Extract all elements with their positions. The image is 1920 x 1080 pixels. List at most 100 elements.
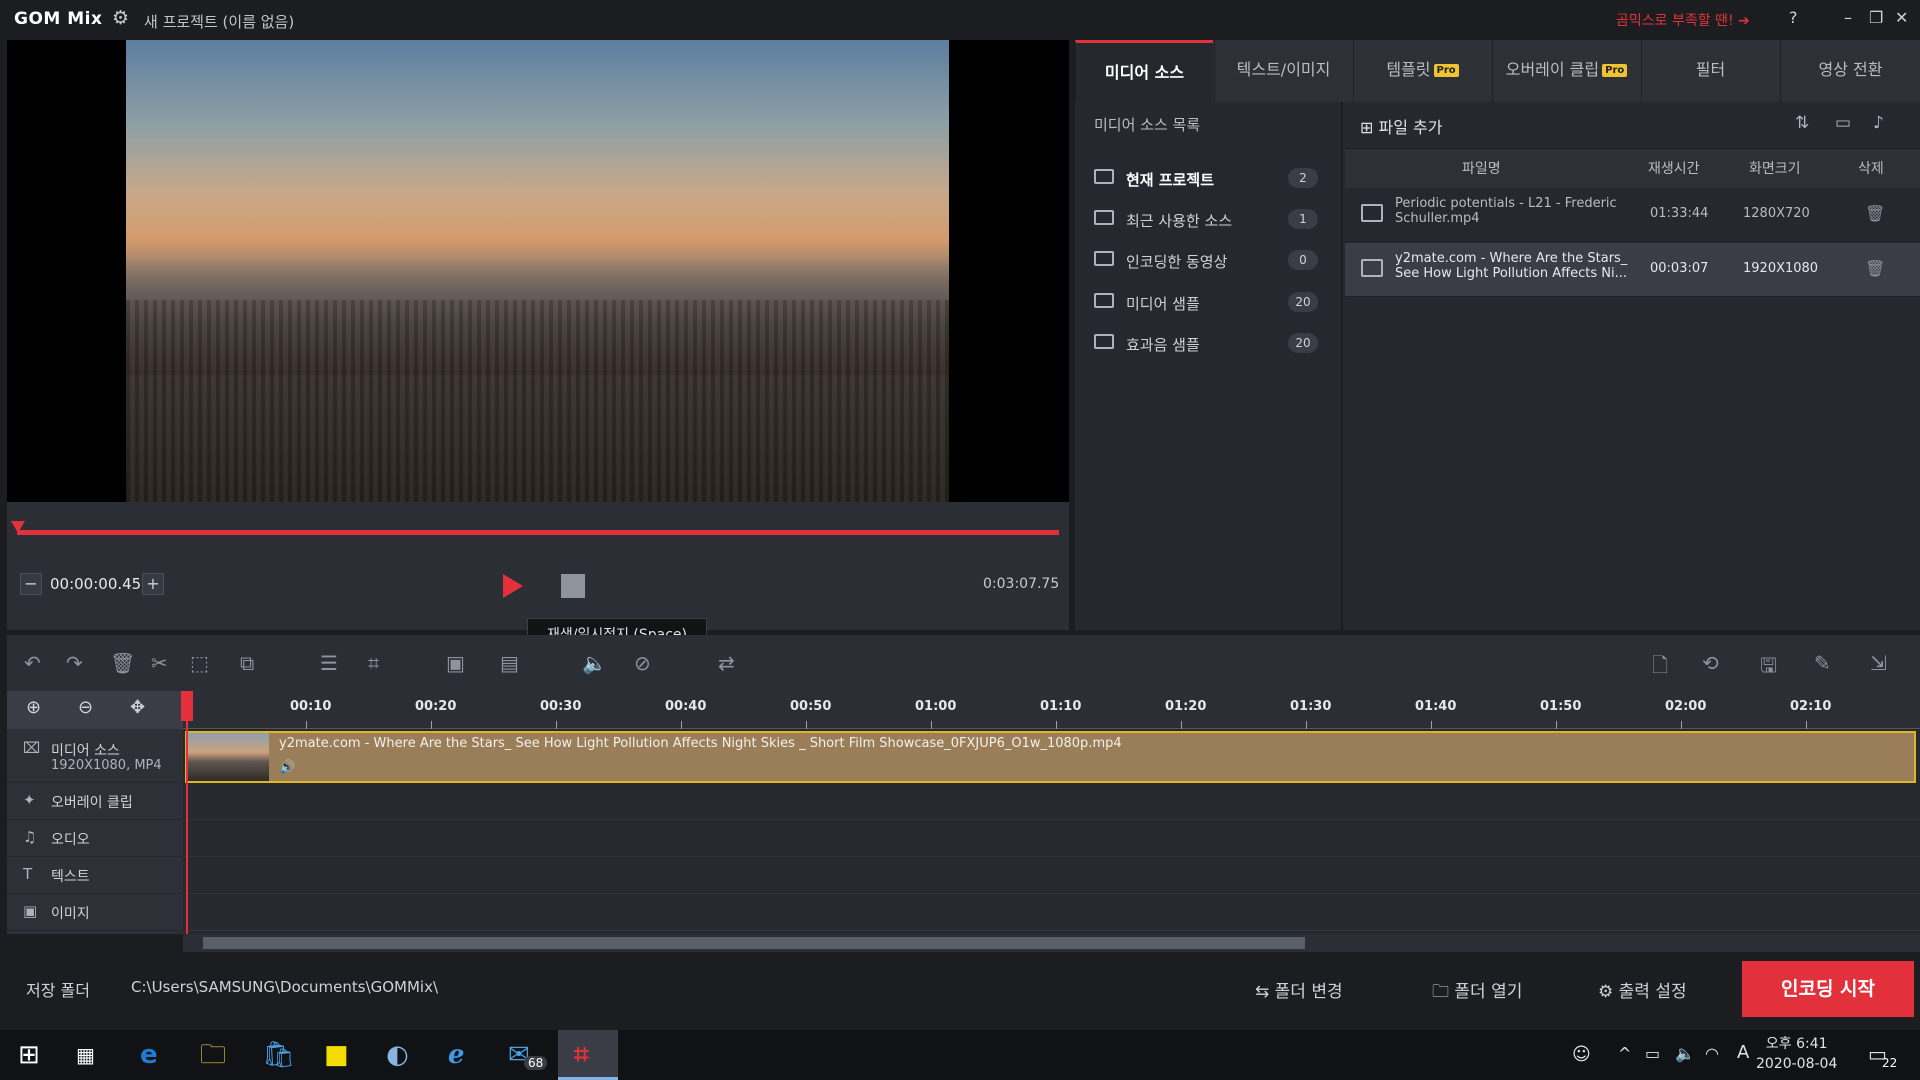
wifi-icon[interactable]: ◠ xyxy=(1705,1044,1719,1063)
open-project-icon[interactable]: ⟲ xyxy=(1702,651,1719,675)
track-text[interactable]: T 텍스트 xyxy=(7,857,183,894)
tick-label: 00:40 xyxy=(665,699,707,714)
notification-count: 22 xyxy=(1882,1056,1898,1070)
trash-icon[interactable]: 🗑 xyxy=(1865,259,1885,278)
file-explorer-icon[interactable]: 🗀 xyxy=(200,1040,226,1070)
close-icon[interactable]: ✕ xyxy=(1895,8,1908,27)
speaker-icon: 🔊 xyxy=(279,760,296,775)
folder-icon xyxy=(1094,334,1114,349)
pro-badge: Pro xyxy=(1602,64,1628,77)
select-icon[interactable]: ⬚ xyxy=(190,651,209,675)
edge-icon[interactable]: e xyxy=(140,1040,158,1070)
tick-mark xyxy=(1181,721,1182,729)
promo-link[interactable]: 곰믹스로 부족할 땐! ➔ xyxy=(1616,10,1750,30)
zoom-out-icon[interactable]: ⊖ xyxy=(78,697,93,718)
start-encoding-button[interactable]: 인코딩 시작 xyxy=(1742,961,1914,1017)
crop-icon[interactable]: ⌗ xyxy=(368,651,379,675)
tab-filter[interactable]: 필터 xyxy=(1641,40,1779,102)
stop-button[interactable] xyxy=(561,574,585,598)
store-icon[interactable]: 🛍 xyxy=(262,1040,295,1070)
redo-icon[interactable]: ↷ xyxy=(66,651,83,675)
scrollbar-thumb[interactable] xyxy=(203,937,1305,949)
new-project-icon[interactable]: 🗋 xyxy=(1652,651,1668,685)
save-as-icon[interactable]: ✎ xyxy=(1814,651,1831,675)
file-row[interactable]: Periodic potentials - L21 - Frederic Sch… xyxy=(1345,188,1920,242)
film-icon xyxy=(1361,204,1383,222)
people-icon[interactable]: ☺ xyxy=(1572,1044,1591,1065)
image-lane[interactable] xyxy=(183,894,1920,931)
output-settings-button[interactable]: ⚙ 출력 설정 xyxy=(1598,977,1687,1002)
gommix-icon[interactable]: ⌗ xyxy=(574,1040,589,1070)
tick-mark xyxy=(681,721,682,729)
filter-icon[interactable]: ▭ xyxy=(1835,113,1851,133)
mute-icon[interactable]: ⊘ xyxy=(634,651,651,675)
tab-overlay-clip[interactable]: 오버레이 클립 Pro xyxy=(1492,40,1640,102)
tab-text-image[interactable]: 텍스트/이미지 xyxy=(1214,40,1352,102)
replace-icon[interactable]: ⇄ xyxy=(718,651,735,675)
image-icon[interactable]: ▤ xyxy=(500,651,519,675)
track-overlay[interactable]: ✦ 오버레이 클립 xyxy=(7,783,183,820)
volume-icon[interactable]: 🔈 xyxy=(582,651,607,675)
current-time: 00:00:00.45 xyxy=(50,575,142,593)
restore-icon[interactable]: ❐ xyxy=(1869,8,1883,27)
tick-mark xyxy=(1681,721,1682,729)
help-icon[interactable]: ? xyxy=(1789,8,1798,27)
cut-icon[interactable]: ✂ xyxy=(151,651,168,675)
start-icon[interactable]: ⊞ xyxy=(18,1040,40,1070)
add-file-button[interactable]: ⊞ 파일 추가 xyxy=(1360,114,1442,138)
source-item-encoded[interactable]: 인코딩한 동영상 0 xyxy=(1082,242,1340,282)
tab-media-source[interactable]: 미디어 소스 xyxy=(1075,40,1213,102)
tab-template[interactable]: 템플릿 Pro xyxy=(1353,40,1491,102)
file-row-selected[interactable]: y2mate.com - Where Are the Stars_ See Ho… xyxy=(1345,243,1920,297)
paint-icon[interactable]: ◐ xyxy=(386,1040,409,1070)
source-item-current-project[interactable]: 현재 프로젝트 2 xyxy=(1082,160,1340,200)
trash-icon[interactable]: 🗑 xyxy=(1865,204,1885,223)
seek-bar[interactable] xyxy=(17,530,1059,535)
source-item-sound-samples[interactable]: 효과음 샘플 20 xyxy=(1082,325,1340,365)
text-lane[interactable] xyxy=(183,857,1920,894)
tick-label: 00:50 xyxy=(790,699,832,714)
change-folder-button[interactable]: ⇆ 폴더 변경 xyxy=(1255,977,1343,1002)
split-icon[interactable]: ⧉ xyxy=(240,651,254,675)
undo-icon[interactable]: ↶ xyxy=(24,651,41,675)
tick-label: 02:00 xyxy=(1665,699,1707,714)
tick-mark xyxy=(1556,721,1557,729)
audio-lane[interactable] xyxy=(183,820,1920,857)
play-button[interactable] xyxy=(503,574,523,598)
delete-icon[interactable]: 🗑 xyxy=(110,651,135,675)
video-frame-icon[interactable]: ▣ xyxy=(446,651,465,675)
sort-icon[interactable]: ⇅ xyxy=(1795,113,1809,133)
volume-tray-icon[interactable]: 🔈 xyxy=(1675,1044,1695,1063)
source-item-recent[interactable]: 최근 사용한 소스 1 xyxy=(1082,201,1340,241)
export-icon[interactable]: ⇲ xyxy=(1870,651,1887,675)
task-view-icon[interactable]: ▦ xyxy=(76,1040,95,1070)
open-folder-button[interactable]: 🗀 폴더 열기 xyxy=(1432,977,1522,1008)
playhead[interactable] xyxy=(186,691,188,934)
save-project-icon[interactable]: 🖫 xyxy=(1760,651,1777,685)
track-image[interactable]: ▣ 이미지 xyxy=(7,894,183,931)
overlay-lane[interactable] xyxy=(183,783,1920,820)
mail-badge: 68 xyxy=(524,1056,548,1070)
fit-icon[interactable]: ✥ xyxy=(130,697,145,718)
tray-chevron-icon[interactable]: ^ xyxy=(1618,1044,1631,1063)
col-filename: 파일명 xyxy=(1462,161,1501,177)
minimize-icon[interactable]: – xyxy=(1844,8,1852,27)
kakaotalk-icon[interactable]: ■ xyxy=(324,1040,349,1070)
ime-indicator[interactable]: A xyxy=(1737,1042,1749,1063)
col-delete: 삭제 xyxy=(1858,161,1884,177)
tab-transition[interactable]: 영상 전환 xyxy=(1780,40,1920,102)
ie-icon[interactable]: ℯ xyxy=(448,1040,465,1070)
time-increase-button[interactable]: + xyxy=(142,573,164,595)
settings-icon: ⚙ xyxy=(1598,982,1619,1002)
settings-gear-icon[interactable]: ⚙ xyxy=(112,7,129,29)
clock[interactable]: 오후 6:41 2020-08-04 xyxy=(1756,1034,1837,1074)
source-item-media-samples[interactable]: 미디어 샘플 20 xyxy=(1082,284,1340,324)
adjust-icon[interactable]: ☰ xyxy=(320,651,338,675)
tick-label: 01:40 xyxy=(1415,699,1457,714)
music-icon[interactable]: ♪ xyxy=(1873,113,1884,133)
track-media[interactable]: ⌧ 미디어 소스 1920X1080, MP4 xyxy=(7,731,183,783)
track-audio[interactable]: ♫ 오디오 xyxy=(7,820,183,857)
time-decrease-button[interactable]: − xyxy=(20,573,42,595)
battery-icon[interactable]: ▭ xyxy=(1645,1044,1660,1063)
zoom-in-icon[interactable]: ⊕ xyxy=(26,697,41,718)
